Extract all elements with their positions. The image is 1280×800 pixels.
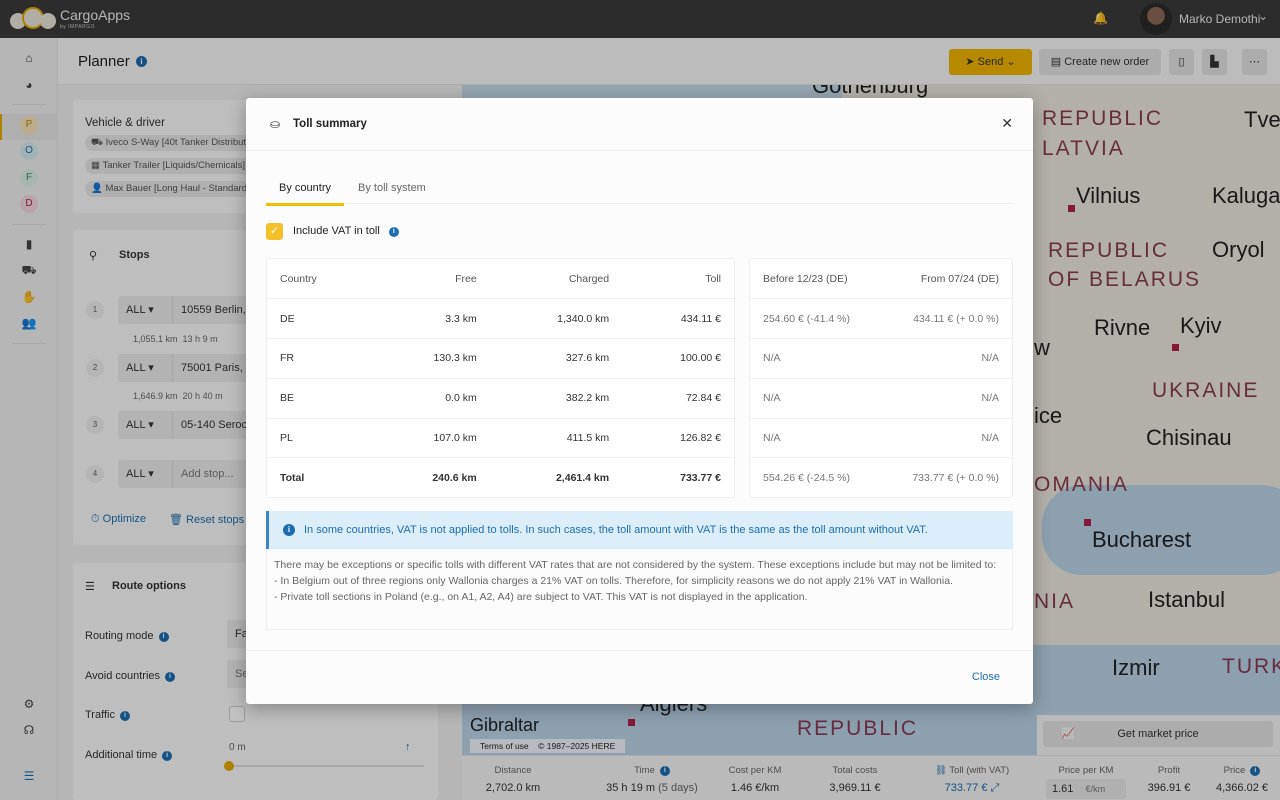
table-row: N/AN/A — [750, 378, 1012, 418]
modal-tabs: By country By toll system — [266, 172, 1014, 204]
modal-header: ⛀ Toll summary ✕ — [246, 98, 1033, 151]
table-row: FR130.3 km327.6 km100.00 € — [267, 339, 734, 379]
table-cell: 0.0 km — [372, 378, 490, 418]
info-icon[interactable]: i — [389, 227, 399, 237]
table-cell: 733.77 € (+ 0.0 %) — [881, 458, 1012, 498]
table-cell: 434.11 € — [622, 299, 734, 339]
close-button[interactable]: Close — [972, 671, 1000, 683]
table-cell: N/A — [881, 418, 1012, 458]
table-cell: 130.3 km — [372, 339, 490, 379]
note-line: There may be exceptions or specific toll… — [274, 557, 1005, 573]
tab-by-country[interactable]: By country — [266, 182, 344, 206]
column-header: Free — [372, 259, 490, 299]
table-row: BE0.0 km382.2 km72.84 € — [267, 378, 734, 418]
table-header-row: Before 12/23 (DE)From 07/24 (DE) — [750, 259, 1012, 299]
table-header-row: CountryFreeChargedToll — [267, 259, 734, 299]
close-icon[interactable]: ✕ — [1001, 115, 1013, 132]
table-cell: 411.5 km — [490, 418, 622, 458]
include-vat-checkbox[interactable]: ✓ — [266, 223, 283, 240]
include-vat-text: Include VAT in toll — [293, 225, 380, 237]
table-cell: N/A — [881, 339, 1012, 379]
table-row: 554.26 € (-24.5 %)733.77 € (+ 0.0 %) — [750, 458, 1012, 498]
vat-notes: There may be exceptions or specific toll… — [266, 549, 1013, 630]
table-cell: DE — [267, 299, 372, 339]
comparison-table: Before 12/23 (DE)From 07/24 (DE)254.60 €… — [750, 259, 1012, 498]
column-header: From 07/24 (DE) — [881, 259, 1012, 299]
table-cell: FR — [267, 339, 372, 379]
info-icon: i — [283, 524, 295, 536]
table-row: Total240.6 km2,461.4 km733.77 € — [267, 458, 734, 498]
table-row: N/AN/A — [750, 418, 1012, 458]
table-row: DE3.3 km1,340.0 km434.11 € — [267, 299, 734, 339]
table-cell: 72.84 € — [622, 378, 734, 418]
table-cell: 240.6 km — [372, 458, 490, 498]
table-cell: 126.82 € — [622, 418, 734, 458]
table-cell: 254.60 € (-41.4 %) — [750, 299, 881, 339]
toll-summary-modal: ⛀ Toll summary ✕ By country By toll syst… — [246, 98, 1033, 704]
table-cell: 733.77 € — [622, 458, 734, 498]
table-cell: 1,340.0 km — [490, 299, 622, 339]
table-cell: BE — [267, 378, 372, 418]
column-header: Country — [267, 259, 372, 299]
divider — [246, 650, 1033, 651]
toll-hand-icon: ⛀ — [270, 117, 280, 131]
table-cell: 382.2 km — [490, 378, 622, 418]
table-cell: 2,461.4 km — [490, 458, 622, 498]
column-header: Before 12/23 (DE) — [750, 259, 881, 299]
column-header: Charged — [490, 259, 622, 299]
note-line: - In Belgium out of three regions only W… — [274, 573, 1005, 589]
table-cell: N/A — [750, 339, 881, 379]
include-vat-label: Include VAT in toll i — [293, 225, 399, 237]
table-row: 254.60 € (-41.4 %)434.11 € (+ 0.0 %) — [750, 299, 1012, 339]
table-cell: 554.26 € (-24.5 %) — [750, 458, 881, 498]
table-cell: 107.0 km — [372, 418, 490, 458]
table-cell: 434.11 € (+ 0.0 %) — [881, 299, 1012, 339]
note-line: - Private toll sections in Poland (e.g.,… — [274, 589, 1005, 605]
vat-info-alert: i In some countries, VAT is not applied t… — [266, 511, 1013, 549]
table-cell: PL — [267, 418, 372, 458]
table-row: PL107.0 km411.5 km126.82 € — [267, 418, 734, 458]
tab-by-toll-system[interactable]: By toll system — [358, 182, 426, 194]
table-cell: N/A — [750, 378, 881, 418]
table-cell: 327.6 km — [490, 339, 622, 379]
toll-comparison-table: Before 12/23 (DE)From 07/24 (DE)254.60 €… — [749, 258, 1013, 498]
toll-table: CountryFreeChargedTollDE3.3 km1,340.0 km… — [267, 259, 734, 498]
table-cell: 100.00 € — [622, 339, 734, 379]
table-cell: 3.3 km — [372, 299, 490, 339]
table-cell: N/A — [750, 418, 881, 458]
column-header: Toll — [622, 259, 734, 299]
table-cell: Total — [267, 458, 372, 498]
modal-title: Toll summary — [293, 118, 367, 130]
table-row: N/AN/A — [750, 339, 1012, 379]
info-text: In some countries, VAT is not applied to… — [304, 524, 928, 536]
table-cell: N/A — [881, 378, 1012, 418]
toll-by-country-table: CountryFreeChargedTollDE3.3 km1,340.0 km… — [266, 258, 735, 498]
